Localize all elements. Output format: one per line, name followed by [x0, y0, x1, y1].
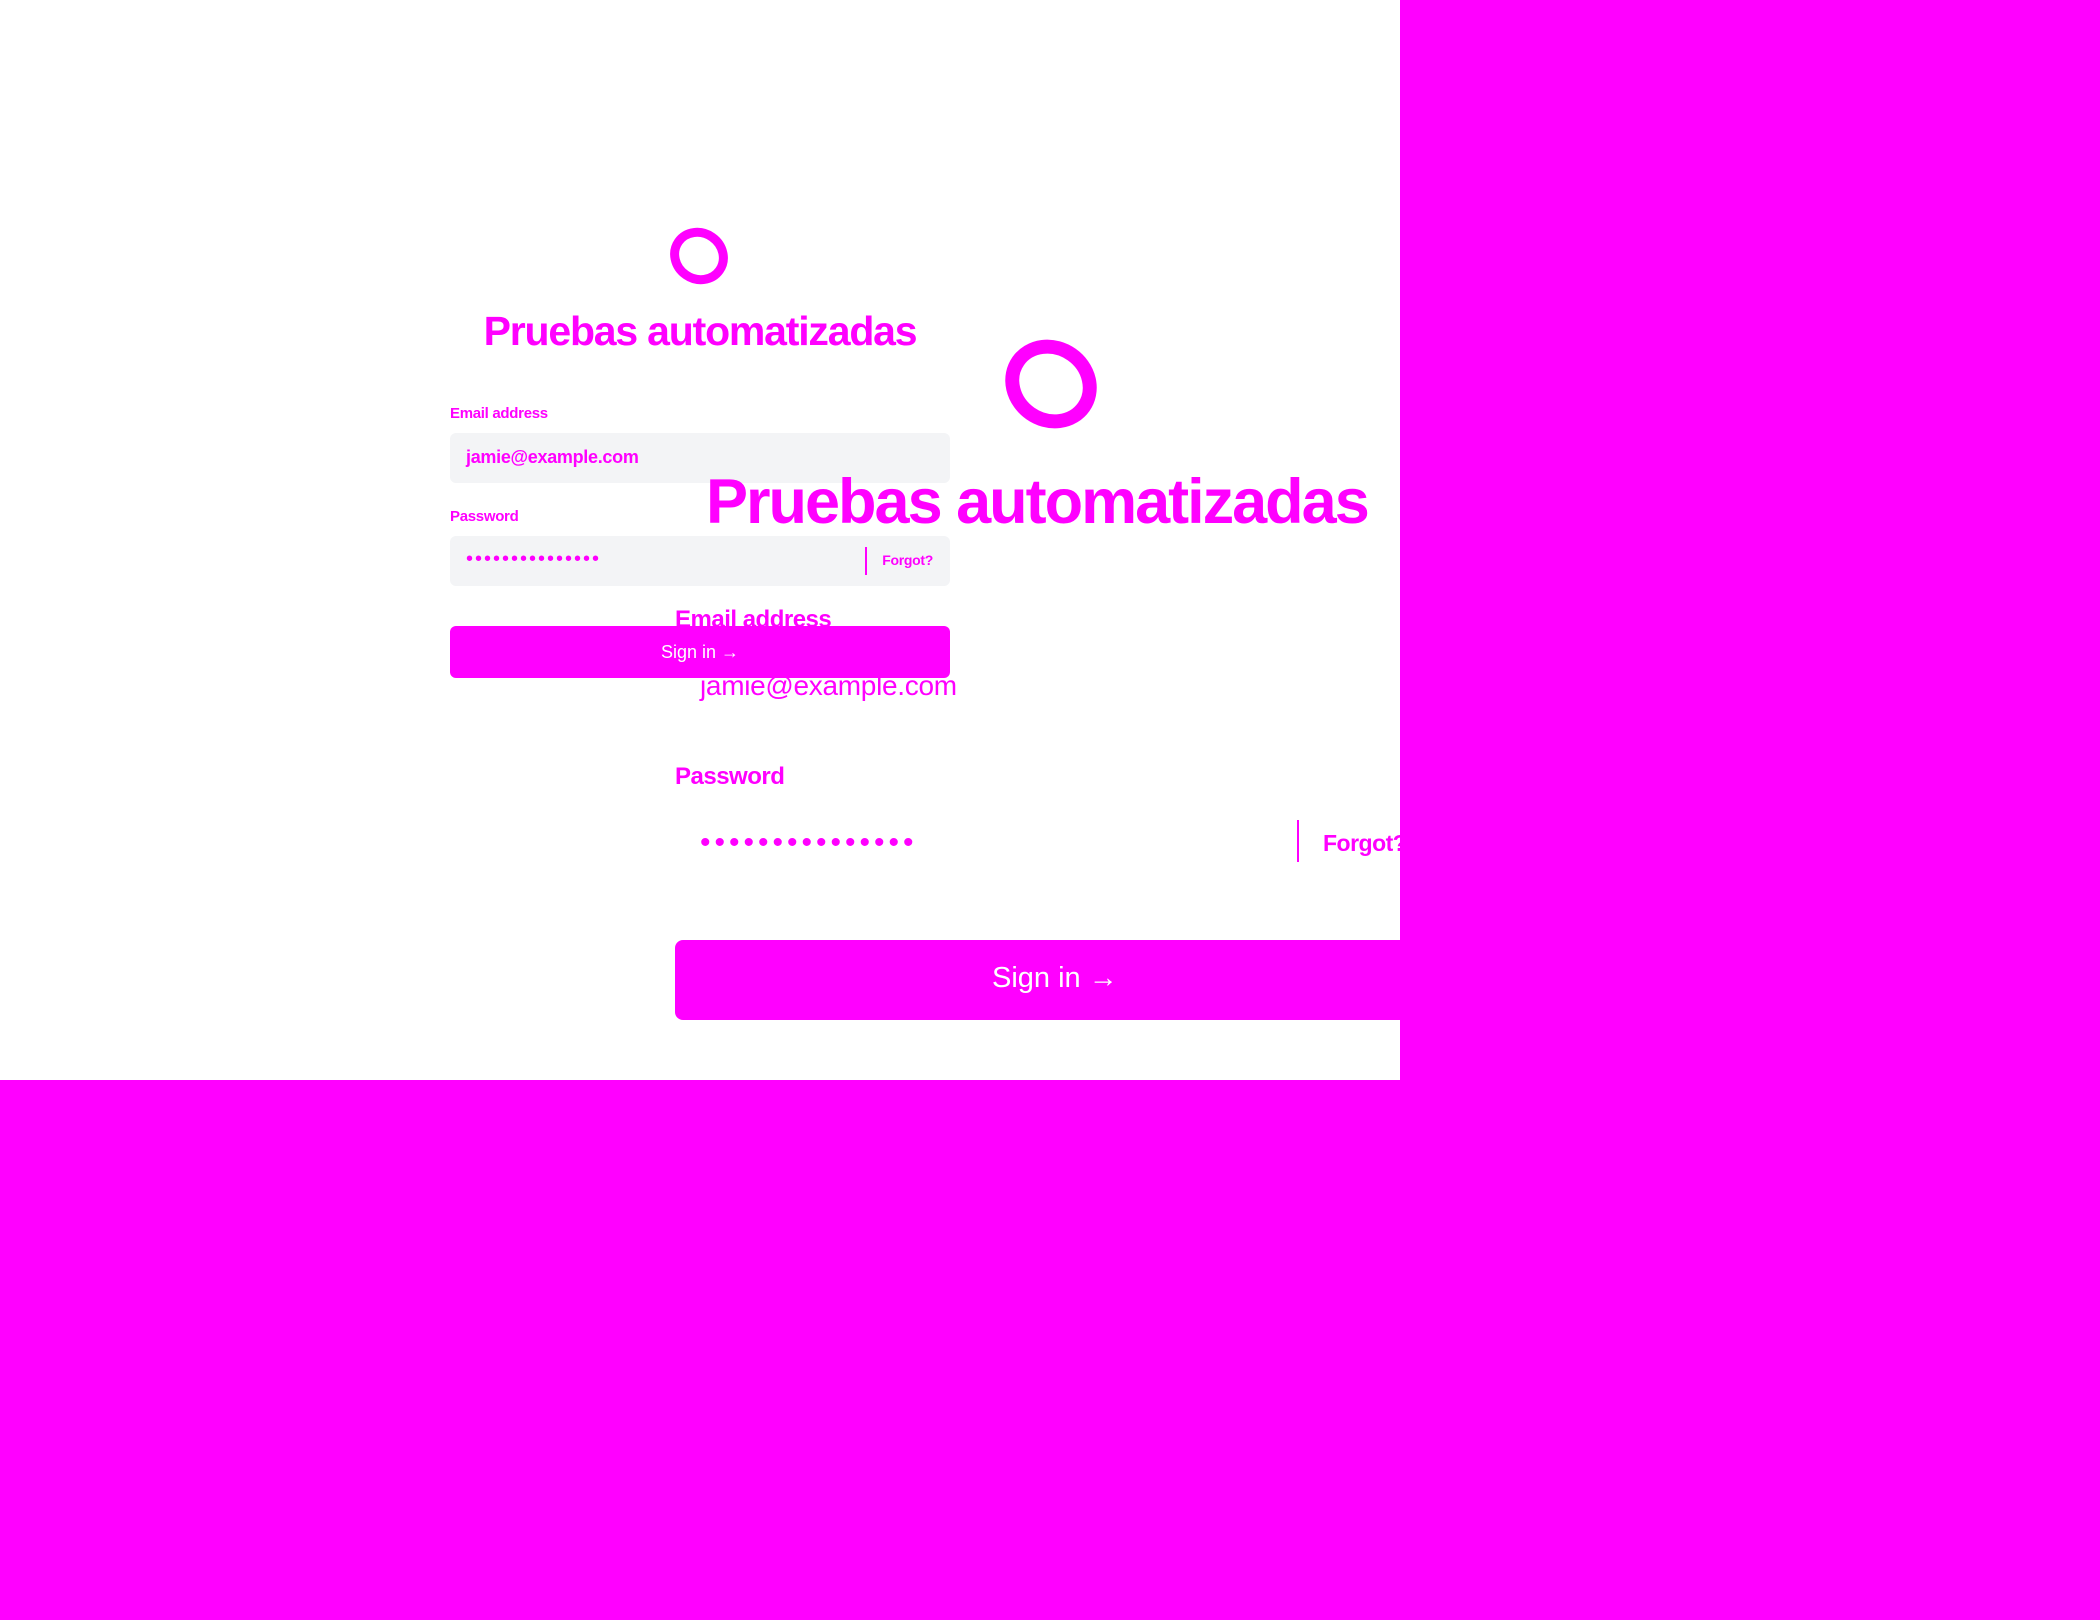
email-label: Email address	[450, 405, 548, 422]
sign-in-button-large[interactable]: Sign in →	[675, 940, 1425, 1020]
field-divider	[865, 547, 867, 575]
email-field-large[interactable]: jamie@example.com	[700, 670, 957, 702]
screen: Pruebas automatizadas Email address jami…	[0, 0, 2100, 1620]
app-title: Pruebas automatizadas	[483, 308, 918, 354]
field-divider-large	[1297, 820, 1299, 862]
ring-logo-icon	[670, 227, 728, 285]
password-label: Password	[450, 508, 519, 525]
ring-logo-icon	[1005, 339, 1097, 429]
password-field-large[interactable]: •••••••••••••••	[700, 826, 918, 860]
forgot-password-link-large[interactable]: Forgot?	[1323, 830, 1407, 857]
forgot-password-link[interactable]: Forgot?	[882, 552, 933, 568]
password-mask: •••••••••••••••	[466, 548, 602, 570]
email-label-large: Email address	[675, 606, 832, 633]
email-value: jamie@example.com	[466, 447, 639, 467]
password-label-large: Password	[675, 763, 785, 790]
sign-in-button-label: Sign in →	[992, 962, 1118, 994]
app-title-large: Pruebas automatizadas	[706, 467, 1370, 537]
password-field[interactable]: ••••••••••••••• Forgot?	[450, 536, 950, 586]
